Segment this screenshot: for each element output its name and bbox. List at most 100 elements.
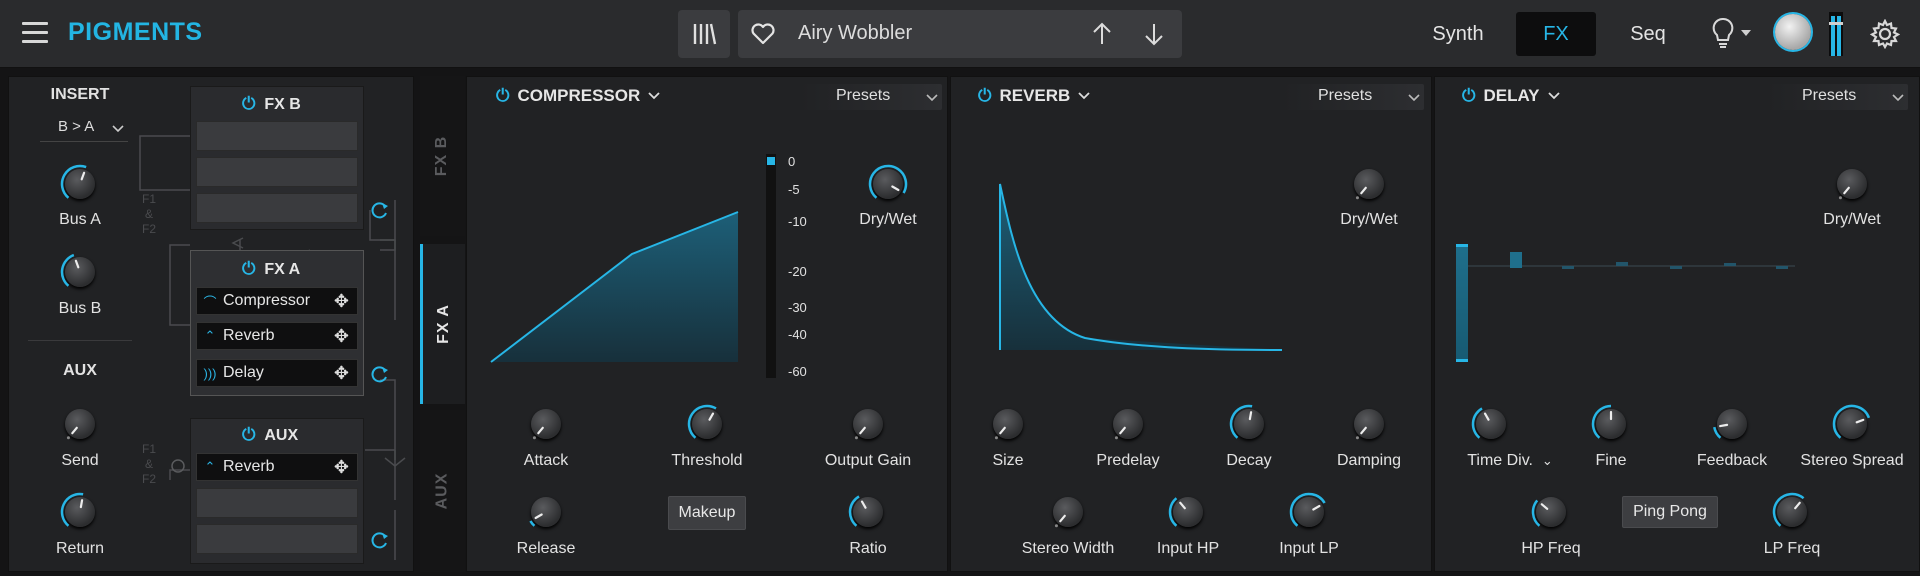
power-icon[interactable]: ⏻ xyxy=(1462,86,1475,106)
attack-knob[interactable] xyxy=(526,404,566,444)
power-icon[interactable]: ⏻ xyxy=(242,425,255,444)
power-icon[interactable]: ⏻ xyxy=(242,259,255,278)
previous-preset-arrow-icon[interactable] xyxy=(1088,20,1116,48)
bus-a-label: Bus A xyxy=(59,211,101,228)
tab-aux[interactable]: AUX xyxy=(420,410,465,572)
fx-a-title: FX A xyxy=(264,261,301,278)
aux-slot-3[interactable] xyxy=(196,524,358,554)
chevron-down-icon[interactable] xyxy=(1078,91,1090,101)
input-hp-label: Input HP xyxy=(1156,540,1220,557)
fx-a-item-reverb[interactable]: ⌃ Reverb ✥ xyxy=(196,322,358,350)
power-icon[interactable]: ⏻ xyxy=(496,86,509,106)
feedback-knob[interactable] xyxy=(1712,404,1752,444)
threshold-knob[interactable] xyxy=(687,404,727,444)
delay-header: ⏻ DELAY xyxy=(1462,86,1560,106)
drag-move-icon[interactable]: ✥ xyxy=(334,457,349,478)
presets-label: Presets xyxy=(836,87,891,104)
next-preset-arrow-icon[interactable] xyxy=(1140,20,1168,48)
insert-mode-dropdown[interactable]: B > A xyxy=(40,118,128,142)
dry-wet-label: Dry/Wet xyxy=(1823,211,1881,228)
loop-icon[interactable] xyxy=(370,364,390,384)
fx-a-item-compressor[interactable]: ⌒ Compressor ✥ xyxy=(196,287,358,315)
bus-b-knob[interactable] xyxy=(60,252,100,292)
fx-a-item-delay[interactable]: ))) Delay ✥ xyxy=(196,359,358,387)
settings-gear-icon[interactable] xyxy=(1870,19,1900,49)
stereo-spread-knob[interactable] xyxy=(1832,404,1872,444)
time-div-label: Time Div. xyxy=(1467,452,1533,469)
drag-move-icon[interactable]: ✥ xyxy=(334,291,349,312)
tab-fx[interactable]: FX xyxy=(1516,12,1596,56)
input-lp-knob[interactable] xyxy=(1289,492,1329,532)
fx-a-item-label: Delay xyxy=(223,364,264,381)
presets-label: Presets xyxy=(1318,87,1373,104)
drag-move-icon[interactable]: ✥ xyxy=(334,326,349,347)
library-button[interactable] xyxy=(678,10,730,58)
compressor-title[interactable]: COMPRESSOR xyxy=(517,86,640,106)
compressor-gain-meter xyxy=(766,154,776,378)
tab-fx-b[interactable]: FX B xyxy=(420,76,465,236)
master-volume-knob[interactable] xyxy=(1775,14,1811,50)
send-knob[interactable] xyxy=(60,404,100,444)
loop-icon[interactable] xyxy=(370,530,390,550)
input-hp-knob[interactable] xyxy=(1168,492,1208,532)
stereo-width-knob[interactable] xyxy=(1048,492,1088,532)
reverb-icon: ⌃ xyxy=(204,459,216,474)
bus-a-knob[interactable] xyxy=(60,164,100,204)
reverb-presets-dropdown[interactable]: Presets xyxy=(1282,84,1424,110)
reverb-title[interactable]: REVERB xyxy=(999,86,1070,106)
heart-icon[interactable] xyxy=(750,22,776,46)
loop-icon[interactable] xyxy=(370,200,390,220)
power-icon[interactable]: ⏻ xyxy=(242,94,255,113)
delay-icon: ))) xyxy=(203,365,217,381)
ratio-knob[interactable] xyxy=(848,492,888,532)
preset-browser-bar[interactable]: Airy Wobbler xyxy=(738,10,1182,58)
chevron-down-icon xyxy=(926,94,938,102)
fx-b-slot-1[interactable] xyxy=(196,121,358,151)
lightbulb-icon[interactable] xyxy=(1708,16,1738,50)
time-div-knob[interactable] xyxy=(1471,404,1511,444)
lp-freq-knob[interactable] xyxy=(1772,492,1812,532)
drag-move-icon[interactable]: ✥ xyxy=(334,363,349,384)
tab-fx-a[interactable]: FX A xyxy=(420,244,465,404)
tab-seq[interactable]: Seq xyxy=(1608,12,1688,56)
decay-knob[interactable] xyxy=(1229,404,1269,444)
delay-dry-wet-knob[interactable] xyxy=(1832,164,1872,204)
ping-pong-button[interactable]: Ping Pong xyxy=(1622,496,1718,528)
return-knob[interactable] xyxy=(60,492,100,532)
fx-b-header: ⏻ FX B xyxy=(242,94,301,114)
compressor-dry-wet-knob[interactable] xyxy=(868,164,908,204)
aux-item-reverb[interactable]: ⌃ Reverb ✥ xyxy=(196,453,358,481)
reverb-dry-wet-knob[interactable] xyxy=(1349,164,1389,204)
input-lp-label: Input LP xyxy=(1279,540,1339,557)
fine-knob[interactable] xyxy=(1591,404,1631,444)
makeup-button[interactable]: Makeup xyxy=(668,496,746,530)
hp-freq-label: HP Freq xyxy=(1521,540,1581,557)
output-gain-knob[interactable] xyxy=(848,404,888,444)
aux-input-icon[interactable] xyxy=(170,458,186,474)
size-label: Size xyxy=(992,452,1024,469)
aux-slot-2[interactable] xyxy=(196,488,358,518)
chevron-down-icon[interactable] xyxy=(1547,91,1560,101)
size-knob[interactable] xyxy=(988,404,1028,444)
chevron-down-icon[interactable] xyxy=(1740,28,1752,38)
tab-synth[interactable]: Synth xyxy=(1418,12,1498,56)
output-gain-label: Output Gain xyxy=(824,452,912,469)
predelay-knob[interactable] xyxy=(1108,404,1148,444)
dry-wet-label: Dry/Wet xyxy=(859,211,917,228)
release-knob[interactable] xyxy=(526,492,566,532)
chevron-down-icon[interactable] xyxy=(648,91,660,101)
menu-icon[interactable] xyxy=(22,22,48,44)
hp-freq-knob[interactable] xyxy=(1531,492,1571,532)
delay-presets-dropdown[interactable]: Presets xyxy=(1766,84,1908,110)
fx-b-slot-3[interactable] xyxy=(196,193,358,223)
fx-a-item-label: Compressor xyxy=(223,292,311,309)
delay-taps-display xyxy=(1456,244,1795,362)
fx-b-slot-2[interactable] xyxy=(196,157,358,187)
preset-name[interactable]: Airy Wobbler xyxy=(798,22,912,45)
damping-knob[interactable] xyxy=(1349,404,1389,444)
presets-label: Presets xyxy=(1802,87,1857,104)
chevron-down-icon[interactable]: ⌄ xyxy=(1542,453,1553,468)
power-icon[interactable]: ⏻ xyxy=(978,86,991,106)
compressor-presets-dropdown[interactable]: Presets xyxy=(800,84,942,110)
delay-title[interactable]: DELAY xyxy=(1483,86,1539,106)
